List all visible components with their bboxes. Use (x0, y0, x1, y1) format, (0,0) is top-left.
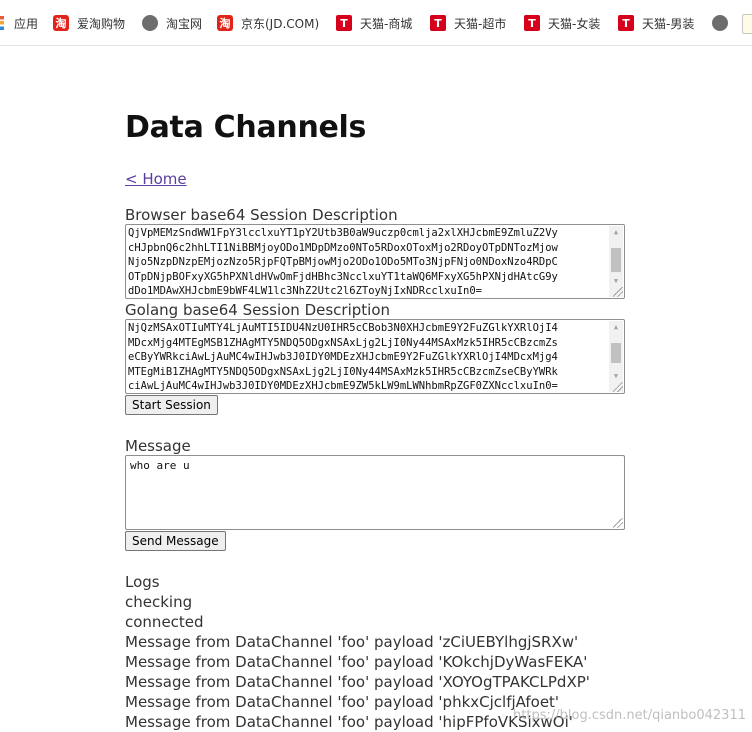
bookmarks-bar: 应用 淘 爱淘购物 淘宝网 淘 京东(JD.COM) T 天猫-商城 T 天猫-… (0, 0, 752, 46)
message-value: who are u (130, 459, 190, 472)
apps-icon (0, 16, 4, 30)
log-entry: Message from DataChannel 'foo' payload '… (125, 673, 590, 691)
scroll-up-icon[interactable]: ▲ (609, 226, 623, 238)
scrollbar-thumb[interactable] (611, 248, 621, 272)
scroll-up-icon[interactable]: ▲ (609, 321, 623, 333)
message-textarea[interactable]: who are u (125, 455, 625, 530)
bookmark-tmall-men[interactable]: T 天猫-男装 (618, 13, 694, 33)
browser-sd-label: Browser base64 Session Description (125, 206, 398, 224)
bookmark-label: 天猫-超市 (454, 16, 507, 31)
taobao-icon: 淘 (217, 15, 233, 31)
golang-sd-textarea[interactable]: NjQzMSAxOTIuMTY4LjAuMTI5IDU4NzU0IHR5cCBo… (125, 319, 625, 394)
bookmark-label: 天猫-男装 (642, 16, 695, 31)
golang-sd-label: Golang base64 Session Description (125, 301, 390, 319)
bookmark-tmall-mall[interactable]: T 天猫-商城 (336, 13, 412, 33)
watermark: https://blog.csdn.net/qianbo042311 (513, 708, 746, 723)
textarea-line: MDcxMjg4MTEgMSB1ZHAgMTY5NDQ5ODgxNSAxLjg2… (128, 336, 558, 349)
resize-grip-icon[interactable] (613, 287, 623, 297)
logs-label: Logs (125, 573, 160, 591)
resize-grip-icon[interactable] (613, 382, 623, 392)
bookmark-tmall-market[interactable]: T 天猫-超市 (430, 13, 506, 33)
bookmark-label: 应用 (14, 16, 39, 31)
log-entry: connected (125, 613, 204, 631)
scroll-down-icon[interactable]: ▼ (609, 370, 623, 382)
tmall-icon: T (524, 15, 540, 31)
tmall-icon: T (618, 15, 634, 31)
home-link[interactable]: < Home (125, 170, 187, 188)
textarea-line: eCByYWRkciAwLjAuMC4wIHJwb3J0IDY0MDEzXHJc… (128, 351, 558, 364)
textarea-line: NjQzMSAxOTIuMTY4LjAuMTI5IDU4NzU0IHR5cCBo… (128, 322, 558, 334)
textarea-line: Njo5NzpDNzpEMjozNzo5RjpFQTpBMjowMjo2ODo1… (128, 256, 558, 269)
bookmark-taobao[interactable]: 淘宝网 (142, 13, 202, 33)
browser-sd-textarea[interactable]: QjVpMEMzSndWW1FpY3lcclxuYT1pY2Utb3B0aW9u… (125, 224, 625, 299)
bookmark-aitao[interactable]: 淘 爱淘购物 (53, 13, 125, 33)
textarea-line: dDo1MDAwXHJcbmE9bWF4LW1lc3NhZ2Utc2l6ZToy… (128, 285, 483, 298)
tmall-icon: T (336, 15, 352, 31)
textarea-line: ciAwLjAuMC4wIHJwb3J0IDY0MDEzXHJcbmE9ZW5k… (128, 380, 558, 393)
globe-icon[interactable] (712, 15, 728, 31)
scrollbar-thumb[interactable] (611, 343, 621, 363)
log-entry: Message from DataChannel 'foo' payload '… (125, 653, 588, 671)
textarea-line: QjVpMEMzSndWW1FpY3lcclxuYT1pY2Utb3B0aW9u… (128, 227, 558, 239)
log-entry: checking (125, 593, 193, 611)
globe-icon (142, 15, 158, 31)
bookmark-label: 爱淘购物 (77, 16, 126, 31)
taobao-icon: 淘 (53, 15, 69, 31)
textarea-line: MTEgMiB1ZHAgMTY5NDQ5ODgxNSAxLjg2LjI0Ny44… (128, 365, 558, 378)
folder-icon[interactable] (742, 14, 752, 34)
log-entry: Message from DataChannel 'foo' payload '… (125, 633, 579, 651)
textarea-line: OTpDNjpBOFxyXG5hPXNldHVwOmFjdHBhc3Ncclxu… (128, 270, 558, 283)
textarea-line: cHJpbnQ6c2hhLTI1NiBBMjoyODo1MDpDMzo0NTo5… (128, 241, 558, 254)
bookmark-label: 淘宝网 (166, 16, 203, 31)
message-label: Message (125, 437, 191, 455)
bookmark-label: 天猫-女装 (548, 16, 601, 31)
tmall-icon: T (430, 15, 446, 31)
page-title: Data Channels (125, 110, 367, 145)
bookmark-label: 京东(JD.COM) (241, 16, 320, 31)
bookmark-tmall-women[interactable]: T 天猫-女装 (524, 13, 600, 33)
bookmark-apps[interactable]: 应用 (0, 13, 38, 33)
bookmark-label: 天猫-商城 (360, 16, 413, 31)
resize-grip-icon[interactable] (613, 518, 623, 528)
start-session-button[interactable]: Start Session (125, 395, 218, 415)
bookmark-jd[interactable]: 淘 京东(JD.COM) (217, 13, 319, 33)
scroll-down-icon[interactable]: ▼ (609, 275, 623, 287)
send-message-button[interactable]: Send Message (125, 531, 226, 551)
